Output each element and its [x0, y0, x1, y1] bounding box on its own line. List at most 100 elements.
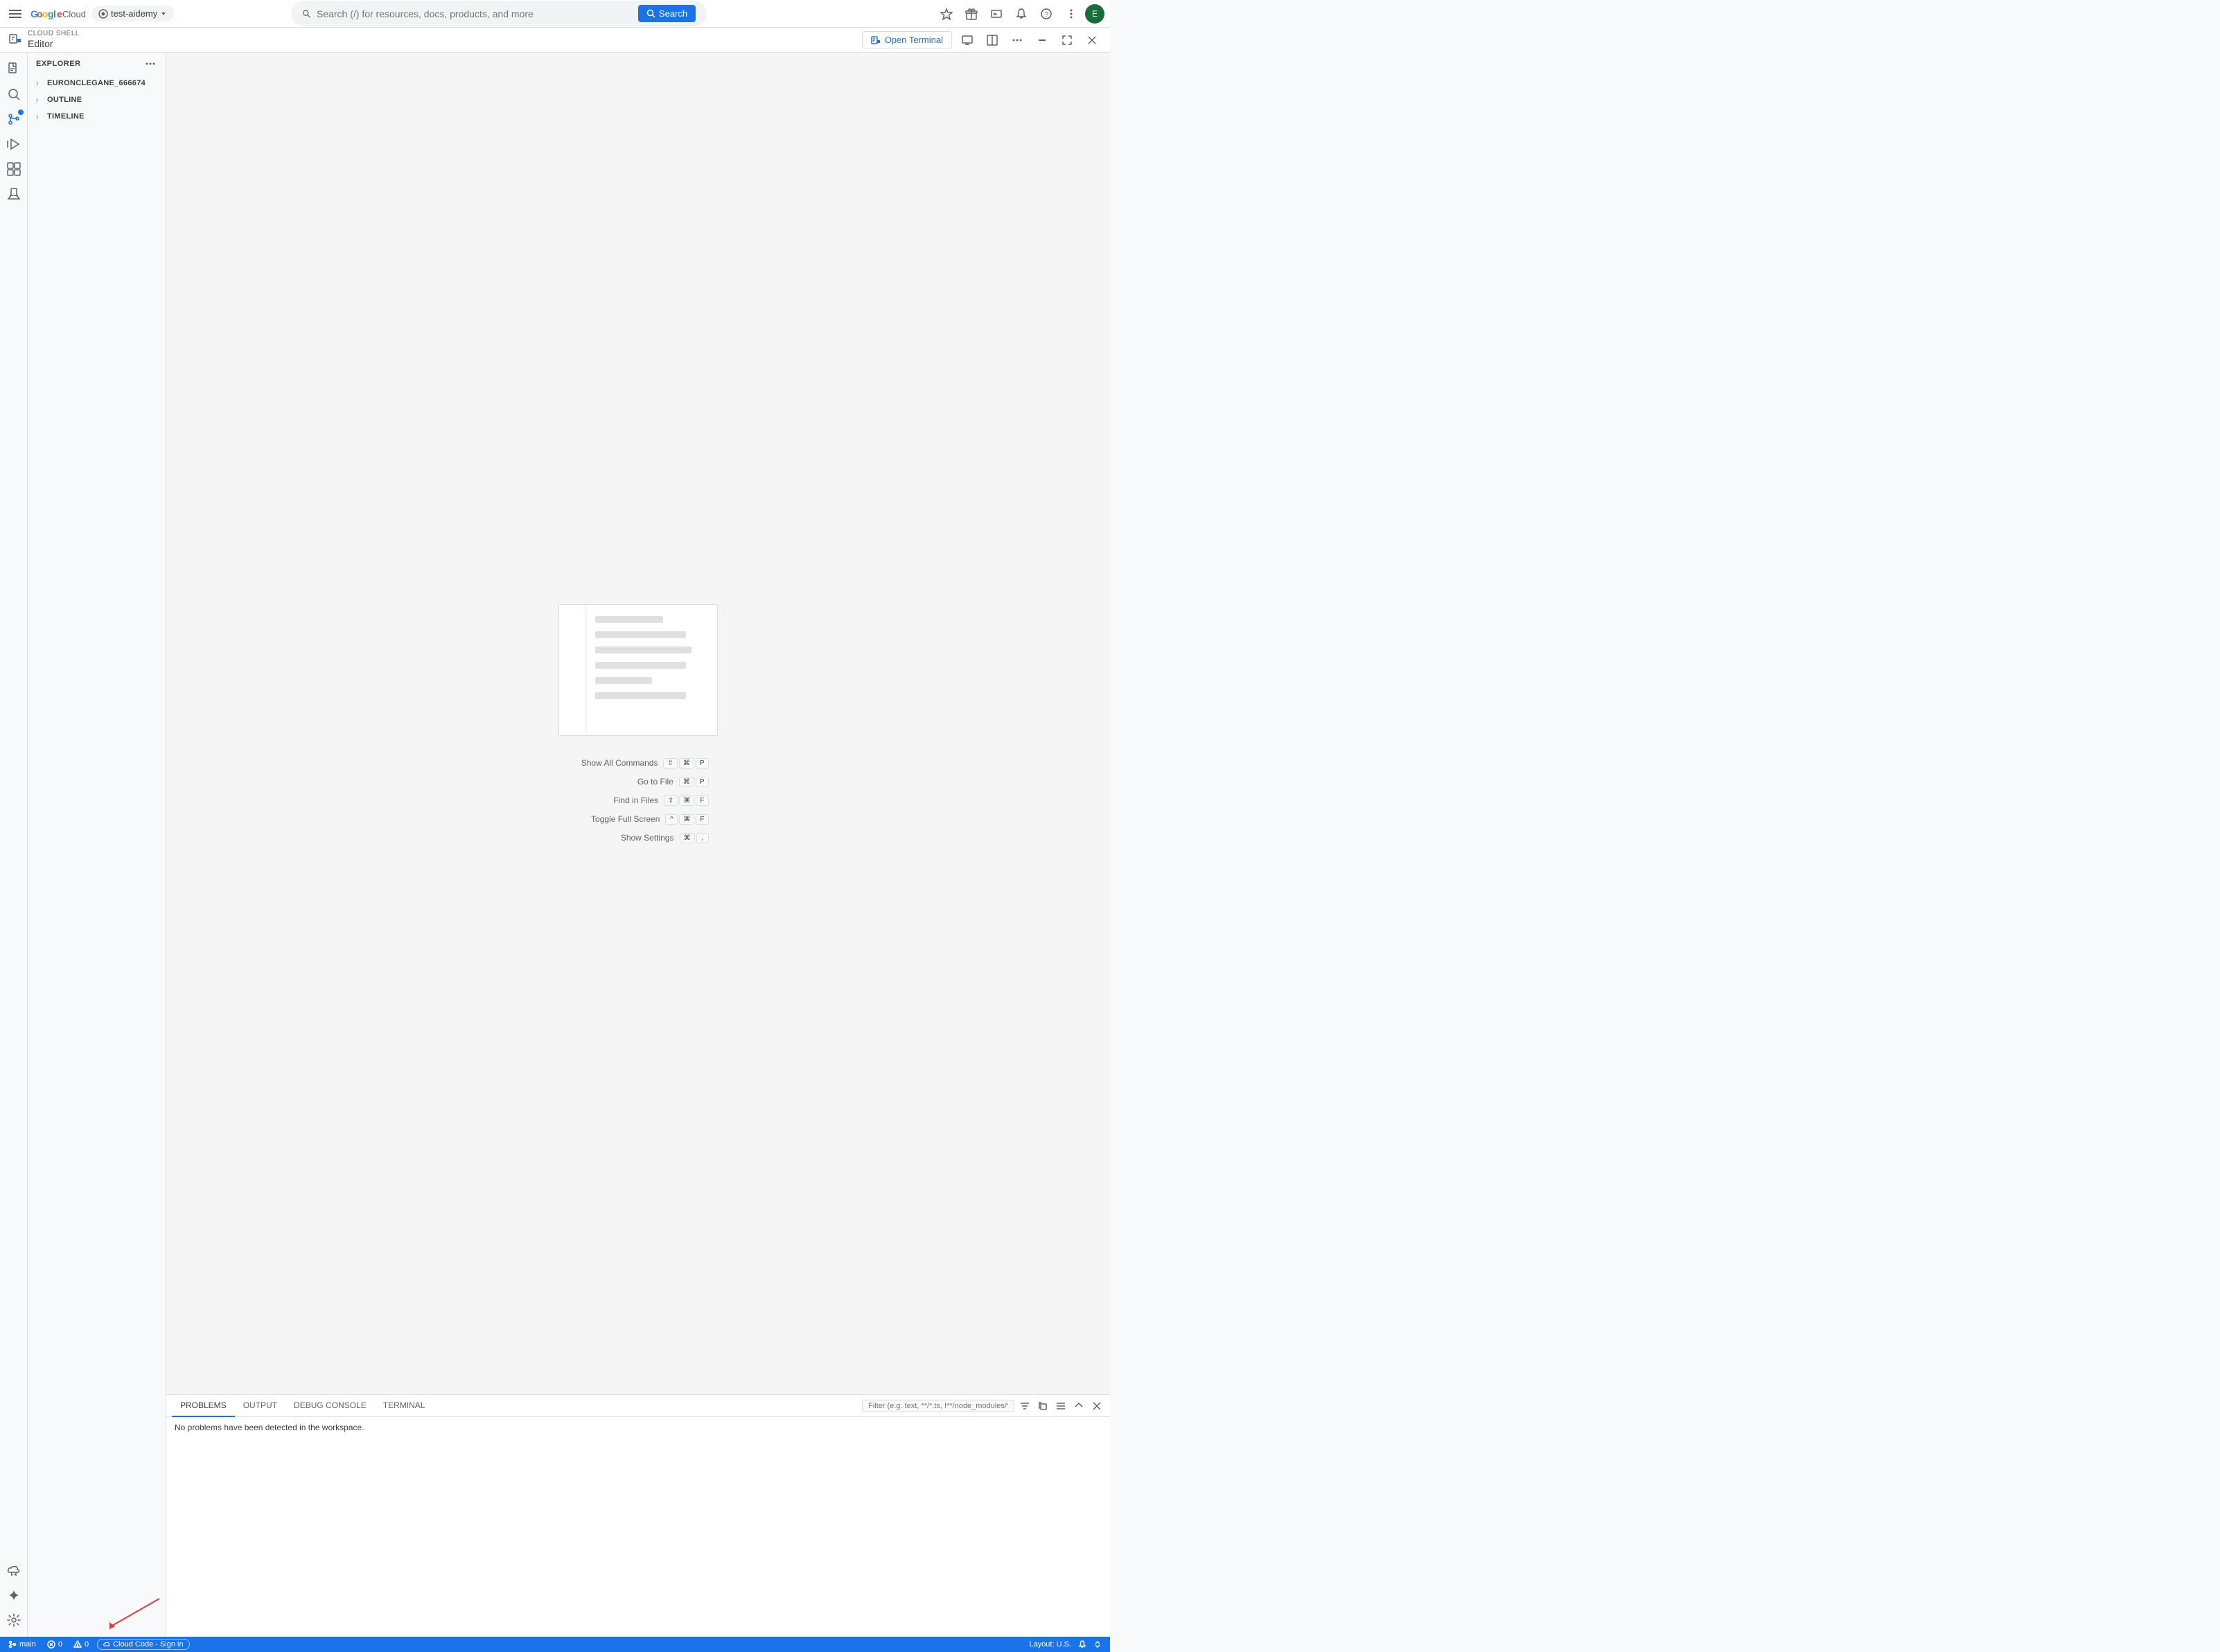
collapse-panel-icon-btn[interactable] — [1071, 1398, 1086, 1414]
tab-problems[interactable]: PROBLEMS — [172, 1395, 235, 1417]
settings-activity-item[interactable] — [3, 1609, 25, 1631]
shortcut-label-0: Show All Commands — [567, 758, 658, 768]
layout-label: Layout: U.S. — [1029, 1640, 1071, 1649]
panel-content: No problems have been detected in the wo… — [166, 1417, 1110, 1637]
list-panel-icon-btn[interactable] — [1053, 1398, 1068, 1414]
cloud-shell-label: CLOUD SHELL — [28, 30, 80, 38]
shortcut-find-in-files: Find in Files ⇧ ⌘ F — [568, 796, 709, 806]
panel-filter — [862, 1398, 1104, 1414]
copy-panel-icon-btn[interactable] — [1035, 1398, 1050, 1414]
shortcut-show-settings: Show Settings ⌘ , — [584, 833, 709, 843]
hamburger-menu-button[interactable] — [6, 4, 25, 24]
bell-icon-btn[interactable] — [1010, 3, 1032, 25]
svg-text:Cloud: Cloud — [62, 9, 86, 19]
terminal-icon-btn[interactable] — [985, 3, 1007, 25]
google-cloud-logo: G o o g l e Cloud — [30, 7, 86, 21]
status-bar-right: Layout: U.S. — [1026, 1637, 1104, 1652]
navbar-left: G o o g l e Cloud test-aidemy — [6, 4, 174, 24]
preview-line-3 — [595, 647, 691, 653]
sidebar-actions — [143, 57, 157, 71]
search-button[interactable]: Search — [638, 5, 696, 22]
project-name: test-aidemy — [111, 8, 157, 19]
more-options-icon-btn[interactable] — [1060, 3, 1082, 25]
shortcut-show-all-commands: Show All Commands ⇧ ⌘ P — [567, 758, 708, 768]
help-icon-btn[interactable]: ? — [1035, 3, 1057, 25]
more-cloudshell-icon-btn[interactable] — [1007, 30, 1027, 50]
extensions-activity-item[interactable] — [3, 158, 25, 180]
tree-item-euronclegane[interactable]: › EURONCLEGANE_666674 — [28, 75, 166, 91]
shortcut-label-3: Toggle Full Screen — [570, 814, 660, 824]
sidebar-title: EXPLORER — [36, 60, 81, 68]
shortcut-toggle-fullscreen: Toggle Full Screen ^ ⌘ F — [570, 814, 708, 825]
close-cloudshell-icon-btn[interactable] — [1082, 30, 1102, 50]
preview-line-5 — [595, 677, 652, 684]
top-navbar: G o o g l e Cloud test-aidemy — [0, 0, 1110, 28]
preview-line-2 — [595, 631, 686, 638]
shortcut-keys-4: ⌘ , — [680, 833, 709, 843]
cloud-shell-bar: CLOUD SHELL Editor Open Terminal — [0, 28, 1110, 53]
split-view-icon-btn[interactable] — [983, 30, 1002, 50]
files-activity-item[interactable] — [3, 58, 25, 80]
shortcut-label-4: Show Settings — [584, 833, 674, 843]
fullscreen-icon-btn[interactable] — [1057, 30, 1077, 50]
status-errors[interactable]: 0 — [44, 1637, 65, 1652]
panel-filter-input[interactable] — [862, 1400, 1014, 1412]
bottom-panel: PROBLEMS OUTPUT DEBUG CONSOLE TERMINAL — [166, 1394, 1110, 1637]
cloud-activity-item[interactable] — [3, 1559, 25, 1581]
gift-icon-btn[interactable] — [960, 3, 983, 25]
shortcut-go-to-file: Go to File ⌘ P — [583, 777, 709, 787]
activity-bar-bottom — [3, 1559, 25, 1631]
project-chip[interactable]: test-aidemy — [91, 6, 174, 21]
minimize-icon-btn[interactable] — [1032, 30, 1052, 50]
preview-line-6 — [595, 692, 686, 699]
search-btn-label: Search — [659, 8, 687, 19]
shortcut-keys-3: ^ ⌘ F — [665, 814, 708, 825]
sidebar-header: EXPLORER — [28, 53, 166, 75]
editor-area: Show All Commands ⇧ ⌘ P Go to File ⌘ P — [166, 53, 1110, 1637]
status-layout[interactable]: Layout: U.S. — [1026, 1637, 1074, 1652]
shortcut-label-1: Go to File — [583, 777, 673, 787]
tab-debug-console[interactable]: DEBUG CONSOLE — [285, 1395, 375, 1417]
preview-line-4 — [595, 662, 686, 669]
tree-item-timeline[interactable]: › TIMELINE — [28, 108, 166, 125]
welcome-screen: Show All Commands ⇧ ⌘ P Go to File ⌘ P — [166, 53, 1110, 1394]
status-warnings[interactable]: 0 — [71, 1637, 91, 1652]
shortcut-keys-0: ⇧ ⌘ P — [663, 758, 708, 768]
no-problems-text: No problems have been detected in the wo… — [175, 1423, 364, 1432]
status-branch[interactable]: main — [6, 1637, 39, 1652]
source-control-activity-item[interactable] — [3, 108, 25, 130]
status-up-down[interactable] — [1091, 1637, 1104, 1652]
cloud-shell-right: Open Terminal — [862, 30, 1102, 50]
shortcut-keys-2: ⇧ ⌘ F — [664, 796, 709, 806]
status-notification[interactable] — [1075, 1637, 1089, 1652]
tree-item-outline[interactable]: › OUTLINE — [28, 91, 166, 108]
editor-title: Editor — [28, 38, 80, 50]
test-activity-item[interactable] — [3, 183, 25, 205]
sidebar-more-btn[interactable] — [143, 57, 157, 71]
run-debug-activity-item[interactable] — [3, 133, 25, 155]
close-panel-icon-btn[interactable] — [1089, 1398, 1104, 1414]
shortcut-label-2: Find in Files — [568, 796, 658, 805]
starred-icon-btn[interactable] — [935, 3, 958, 25]
warning-count: 0 — [85, 1640, 89, 1649]
svg-text:l: l — [53, 8, 56, 19]
cloud-code-label: Cloud Code - Sign in — [113, 1640, 184, 1649]
activity-bar — [0, 53, 28, 1637]
search-activity-item[interactable] — [3, 83, 25, 105]
search-input[interactable] — [317, 8, 633, 19]
navbar-right: ? E — [935, 3, 1104, 25]
tab-terminal[interactable]: TERMINAL — [375, 1395, 434, 1417]
status-cloud-code[interactable]: Cloud Code - Sign in — [97, 1639, 190, 1650]
main-area: EXPLORER › EURONCLEGANE_666674 › OUTLINE… — [0, 53, 1110, 1637]
cloud-shell-icon — [8, 32, 22, 48]
monitor-icon-btn[interactable] — [958, 30, 977, 50]
tab-output[interactable]: OUTPUT — [235, 1395, 285, 1417]
gemini-activity-item[interactable] — [3, 1584, 25, 1606]
filter-icon-btn[interactable] — [1017, 1398, 1032, 1414]
global-search-bar[interactable]: Search — [291, 1, 707, 26]
preview-content — [587, 605, 717, 735]
panel-tabs: PROBLEMS OUTPUT DEBUG CONSOLE TERMINAL — [166, 1395, 1110, 1417]
user-avatar[interactable]: E — [1085, 4, 1104, 24]
open-terminal-button[interactable]: Open Terminal — [862, 31, 952, 49]
preview-line-1 — [595, 616, 663, 623]
